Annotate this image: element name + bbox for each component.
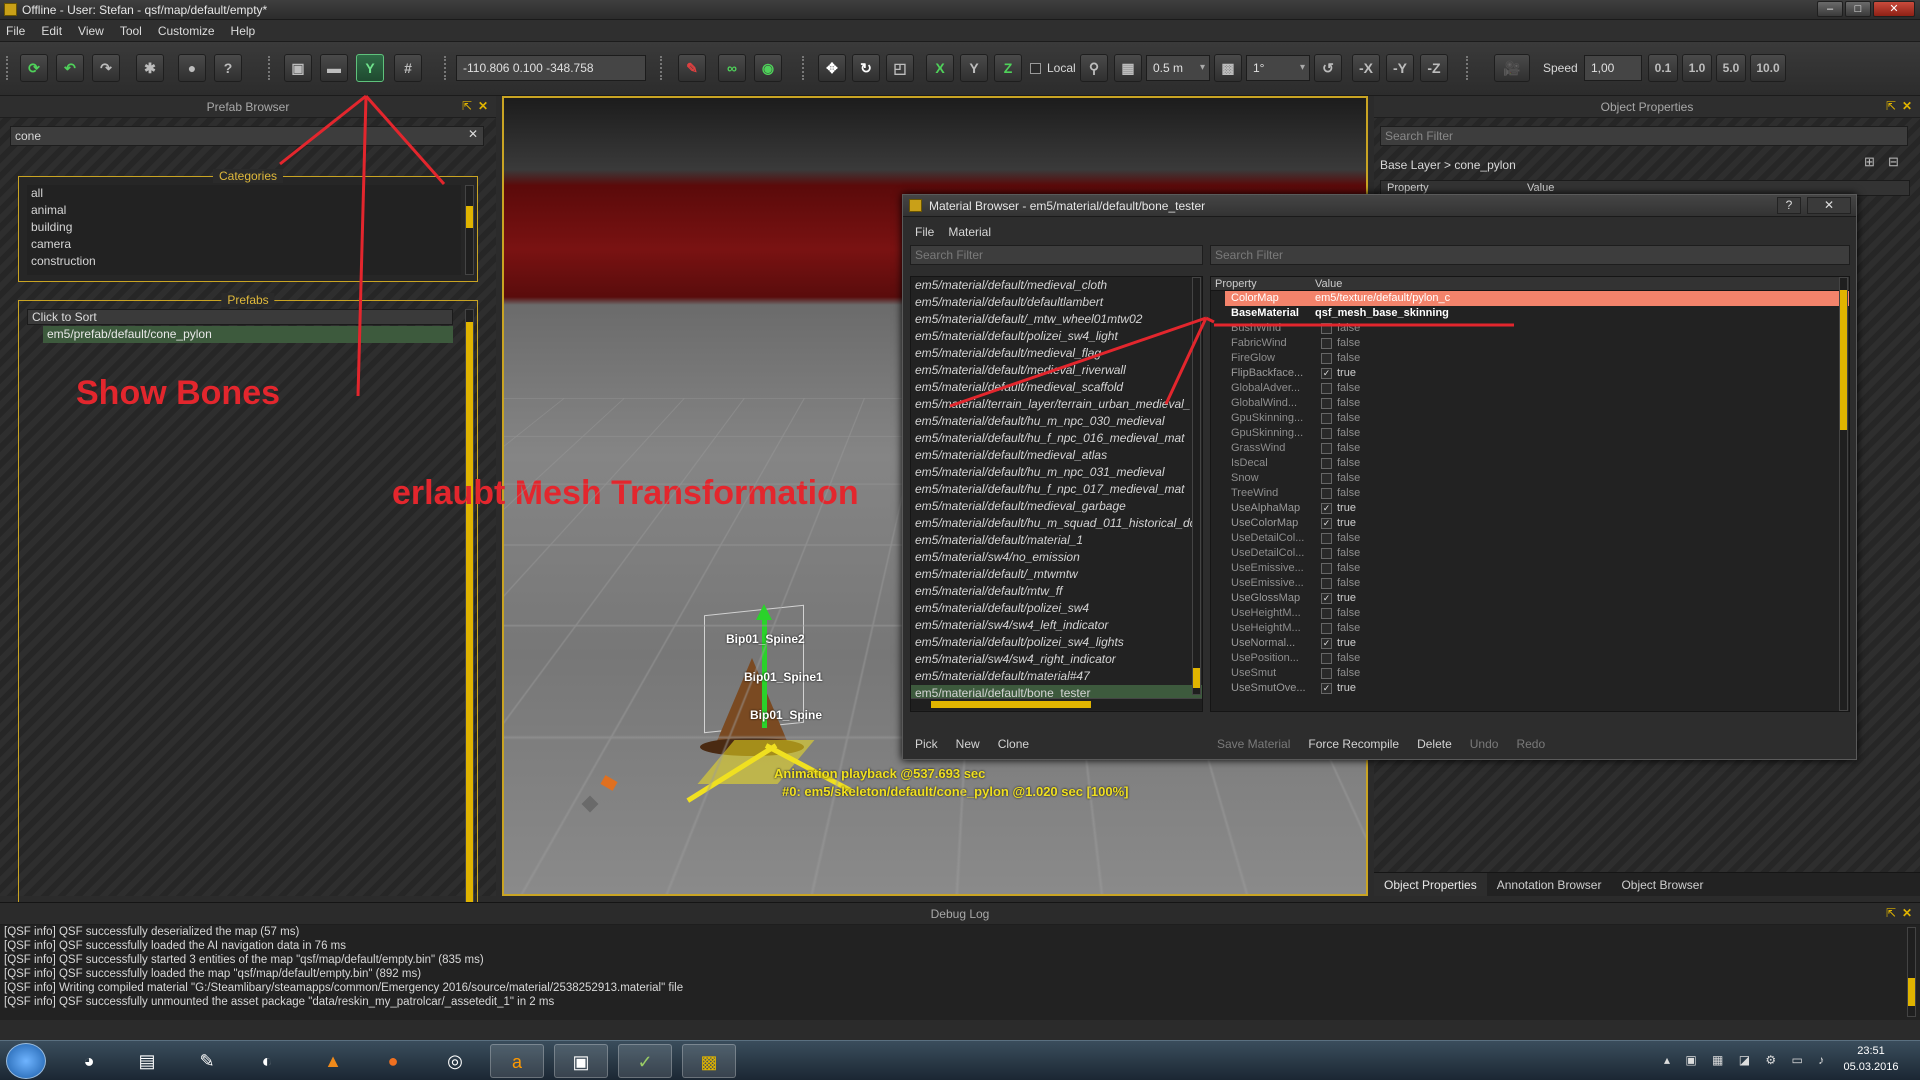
firefox-taskbar-icon[interactable]: ◕ xyxy=(62,1044,116,1078)
log-line: [QSF info] QSF successfully deserialized… xyxy=(4,926,300,938)
clock-time[interactable]: 23:51 xyxy=(1836,1045,1906,1057)
log-line: [QSF info] QSF successfully loaded the m… xyxy=(4,968,422,980)
debug-log-lines: [QSF info] QSF successfully deserialized… xyxy=(4,925,1904,1009)
editor-taskbar-icon[interactable]: ▩ xyxy=(682,1044,736,1078)
debug-scrollbar[interactable] xyxy=(1907,927,1916,1017)
log-line: [QSF info] QSF successfully unmounted th… xyxy=(4,996,555,1008)
amazon-taskbar-icon[interactable]: a xyxy=(490,1044,544,1078)
browser-taskbar-icon[interactable]: ● xyxy=(366,1044,420,1078)
debug-log-title: Debug Log xyxy=(0,903,1920,925)
notepad-taskbar-icon[interactable]: ✓ xyxy=(618,1044,672,1078)
teamspeak-taskbar-icon[interactable]: ◐ xyxy=(240,1044,294,1078)
tray-icons[interactable]: ▴ ▣ ▦ ◪ ⚙ ▭ ♪ xyxy=(1664,1053,1830,1067)
undock-icon[interactable]: ⇱ xyxy=(1886,906,1896,920)
emergency-taskbar-icon[interactable]: ▣ xyxy=(554,1044,608,1078)
gimp-taskbar-icon[interactable]: ✎ xyxy=(180,1044,234,1078)
taskbar: ◕ ▤ ✎ ◐ ▲ ● ◎ a ▣ ✓ ▩ ▴ ▣ ▦ ◪ ⚙ ▭ ♪ 23:5… xyxy=(0,1040,1920,1080)
vlc-taskbar-icon[interactable]: ▲ xyxy=(306,1044,360,1078)
log-line: [QSF info] QSF successfully loaded the A… xyxy=(4,940,346,952)
explorer-taskbar-icon[interactable]: ▤ xyxy=(120,1044,174,1078)
log-line: [QSF info] QSF successfully started 3 en… xyxy=(4,954,484,966)
start-button[interactable] xyxy=(6,1043,46,1079)
clock-date[interactable]: 05.03.2016 xyxy=(1836,1061,1906,1073)
steam-taskbar-icon[interactable]: ◎ xyxy=(428,1044,482,1078)
panel-close-icon[interactable]: ✕ xyxy=(1902,906,1912,920)
log-line: [QSF info] Writing compiled material "G:… xyxy=(4,982,684,994)
debug-log-panel: Debug Log ⇱ ✕ [QSF info] QSF successfull… xyxy=(0,902,1920,1020)
